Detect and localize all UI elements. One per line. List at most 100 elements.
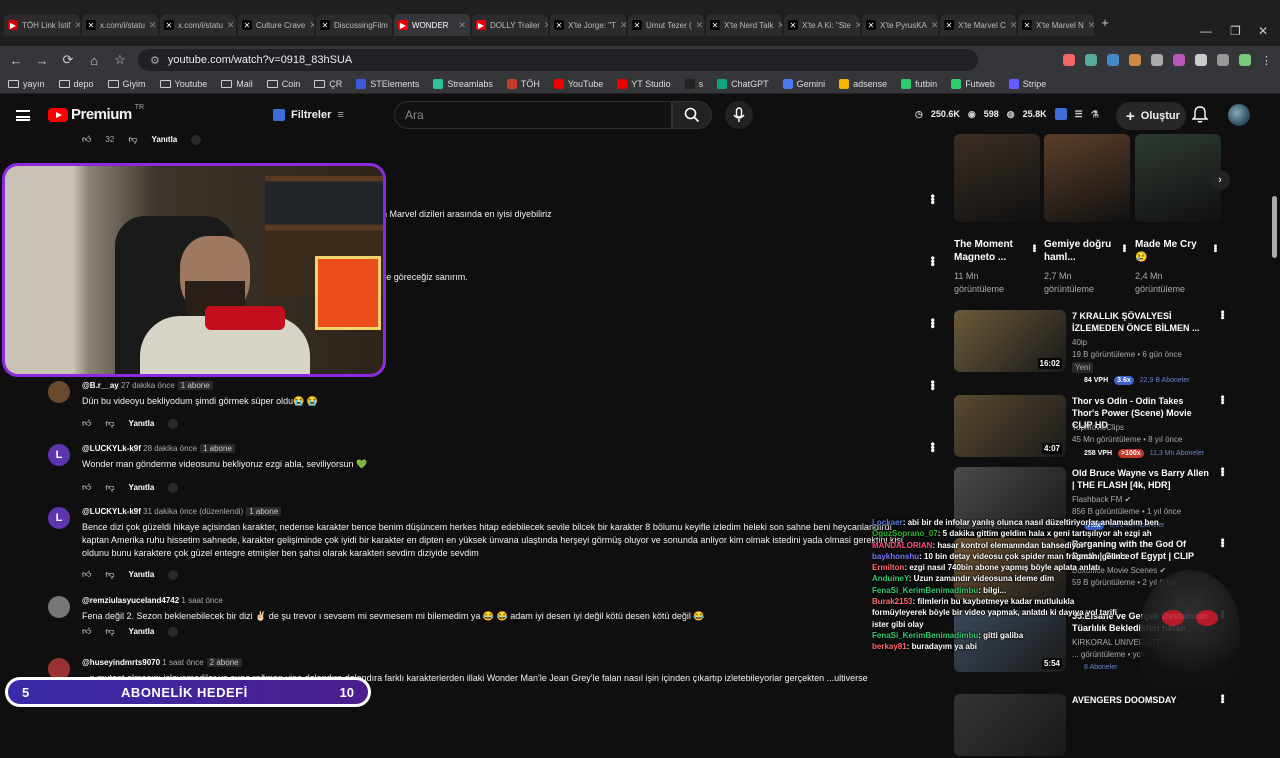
- tab-close-icon[interactable]: ✕: [149, 20, 157, 31]
- recommended-video[interactable]: 4:07Thor vs Odin - Odin Takes Thor's Pow…: [954, 395, 1234, 459]
- video-menu-icon[interactable]: •••: [1209, 244, 1220, 252]
- next-arrow-button[interactable]: ›: [1210, 170, 1230, 190]
- list-icon[interactable]: ☰: [1075, 109, 1083, 120]
- reply-button[interactable]: Yanıtla: [129, 627, 155, 636]
- video-title[interactable]: Gemiye doğru haml...: [1044, 238, 1114, 264]
- voice-search-button[interactable]: [725, 101, 753, 129]
- filters-button[interactable]: Filtreler ≡: [265, 102, 352, 128]
- browser-tab[interactable]: ✕X'te Marvel N✕: [1018, 14, 1094, 36]
- like-icon[interactable]: 👍︎: [82, 626, 91, 637]
- extension-icon[interactable]: [1107, 54, 1119, 66]
- video-channel[interactable]: 40ip: [1072, 338, 1087, 347]
- flask-icon[interactable]: ⚗: [1091, 109, 1099, 120]
- video-menu-icon[interactable]: •••: [1216, 310, 1228, 319]
- reload-icon[interactable]: ⟳: [60, 52, 76, 68]
- search-input[interactable]: Ara: [394, 101, 672, 129]
- bookmark-item[interactable]: yayın: [8, 79, 45, 89]
- video-thumbnail[interactable]: 16:02: [954, 310, 1066, 372]
- account-avatar[interactable]: [1228, 104, 1250, 126]
- extension-icon[interactable]: [1055, 108, 1067, 120]
- browser-tab[interactable]: ✕x.com/i/statu✕: [160, 14, 236, 36]
- browser-tab[interactable]: ▶WONDER✕: [394, 14, 470, 36]
- comment-author[interactable]: @LUCKYLk-k9f: [82, 444, 141, 453]
- comment-menu-icon[interactable]: •••: [926, 194, 940, 204]
- extension-icon[interactable]: [1129, 54, 1141, 66]
- comment-author[interactable]: @B.r__ay: [82, 381, 119, 390]
- bookmark-item[interactable]: STElements: [356, 79, 419, 89]
- like-icon[interactable]: 👍︎: [82, 134, 91, 145]
- menu-icon[interactable]: ⋮: [1261, 54, 1272, 67]
- video-channel[interactable]: Flashback FM ✔: [1072, 495, 1131, 504]
- dislike-icon[interactable]: 👎︎: [105, 418, 114, 429]
- video-thumbnail[interactable]: 4:07: [954, 395, 1066, 457]
- dislike-icon[interactable]: 👎︎: [105, 482, 114, 493]
- comment-time[interactable]: 1 saat önce: [162, 658, 203, 667]
- url-field[interactable]: ⚙ youtube.com/watch?v=0918_83hSUA: [138, 49, 978, 71]
- commenter-avatar[interactable]: [48, 596, 70, 618]
- tab-close-icon[interactable]: ✕: [777, 20, 782, 31]
- comment-author[interactable]: @LUCKYLk-k9f: [82, 507, 141, 516]
- bookmark-item[interactable]: Streamlabs: [433, 79, 493, 89]
- menu-hamburger-icon[interactable]: [16, 110, 30, 121]
- video-menu-icon[interactable]: •••: [1028, 244, 1039, 252]
- tab-close-icon[interactable]: ✕: [227, 20, 235, 31]
- extension-icon[interactable]: [1195, 54, 1207, 66]
- video-menu-icon[interactable]: •••: [1216, 467, 1228, 476]
- bookmark-item[interactable]: YouTube: [554, 79, 603, 89]
- bookmark-item[interactable]: s: [685, 79, 704, 89]
- dislike-icon[interactable]: 👎︎: [105, 569, 114, 580]
- browser-tab[interactable]: ✕X'te Jorge: "T✕: [550, 14, 626, 36]
- video-title[interactable]: The Moment Magneto ...: [954, 238, 1024, 264]
- browser-tab[interactable]: ✕X'te A Ki: "Ste✕: [784, 14, 860, 36]
- commenter-avatar[interactable]: [48, 381, 70, 403]
- browser-tab[interactable]: ▶TÖH Link İstif✕: [4, 14, 80, 36]
- page-scrollbar[interactable]: [1272, 196, 1277, 258]
- tab-close-icon[interactable]: ✕: [309, 20, 314, 31]
- reply-button[interactable]: Yanıtla: [129, 570, 155, 579]
- video-thumbnail[interactable]: [1044, 134, 1130, 222]
- browser-tab[interactable]: ✕X'te PyrusKA✕: [862, 14, 938, 36]
- dislike-icon[interactable]: 👎︎: [128, 134, 137, 145]
- comment-time[interactable]: 1 saat önce: [181, 596, 222, 605]
- video-thumbnail[interactable]: [954, 134, 1040, 222]
- comment-time[interactable]: 31 dakika önce (düzenlendi): [143, 507, 243, 516]
- close-window-icon[interactable]: ✕: [1258, 24, 1268, 38]
- reply-button[interactable]: Yanıtla: [129, 419, 155, 428]
- extension-icon[interactable]: [1063, 54, 1075, 66]
- video-title[interactable]: 7 KRALLIK ŞÖVALYESİ İZLEMEDEN ÖNCE BİLME…: [1072, 310, 1212, 334]
- ai-reply-icon[interactable]: [168, 483, 178, 493]
- recommended-video[interactable]: 16:027 KRALLIK ŞÖVALYESİ İZLEMEDEN ÖNCE …: [954, 310, 1234, 374]
- site-info-icon[interactable]: ⚙: [150, 54, 160, 67]
- forward-icon[interactable]: →: [34, 53, 50, 68]
- comment-time[interactable]: 28 dakika önce: [143, 444, 197, 453]
- video-menu-icon[interactable]: •••: [1216, 538, 1228, 547]
- video-menu-icon[interactable]: •••: [1216, 694, 1228, 703]
- commenter-avatar[interactable]: L: [48, 444, 70, 466]
- reply-button[interactable]: Yanıtla: [151, 135, 177, 144]
- tab-close-icon[interactable]: ✕: [1088, 20, 1094, 31]
- video-menu-icon[interactable]: •••: [1216, 395, 1228, 404]
- tab-close-icon[interactable]: ✕: [74, 20, 80, 31]
- commenter-avatar[interactable]: L: [48, 507, 70, 529]
- video-menu-icon[interactable]: •••: [1118, 244, 1129, 252]
- tab-close-icon[interactable]: ✕: [855, 20, 860, 31]
- extension-icon[interactable]: [1085, 54, 1097, 66]
- reply-button[interactable]: Yanıtla: [129, 483, 155, 492]
- video-title[interactable]: Old Bruce Wayne vs Barry Allen | THE FLA…: [1072, 467, 1212, 491]
- video-title[interactable]: Made Me Cry 😢: [1135, 238, 1205, 264]
- bookmark-item[interactable]: Stripe: [1009, 79, 1047, 89]
- tab-close-icon[interactable]: ✕: [620, 20, 626, 31]
- comment-menu-icon[interactable]: •••: [926, 318, 940, 328]
- video-thumbnail[interactable]: [1135, 134, 1221, 222]
- ai-reply-icon[interactable]: [168, 627, 178, 637]
- bookmark-item[interactable]: ChatGPT: [717, 79, 769, 89]
- browser-tab[interactable]: ✕x.com/i/statu✕: [82, 14, 158, 36]
- bookmark-item[interactable]: futbin: [901, 79, 937, 89]
- bookmark-item[interactable]: YT Studio: [617, 79, 670, 89]
- notifications-bell-icon[interactable]: [1192, 106, 1208, 124]
- tab-close-icon[interactable]: ✕: [1010, 20, 1016, 31]
- restore-icon[interactable]: ❐: [1230, 24, 1241, 38]
- ai-reply-icon[interactable]: [168, 570, 178, 580]
- bookmark-item[interactable]: Giyim: [108, 79, 146, 89]
- bookmark-star-icon[interactable]: ☆: [112, 52, 128, 68]
